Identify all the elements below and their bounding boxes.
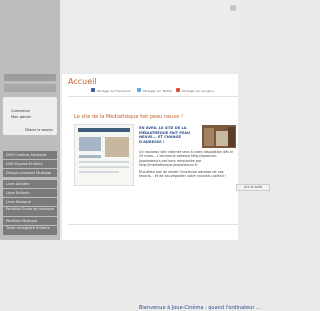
post-thumbnail[interactable]	[74, 124, 134, 186]
page-title: Accueil	[68, 77, 97, 86]
sidebar-item-livre-enfants[interactable]: Livre Enfants	[3, 189, 57, 197]
post-photo	[202, 125, 236, 148]
sidebar: Connexion Mon panier Effacer la session …	[0, 0, 60, 240]
post-headline: EN AVRIL LE SITE DE LA MÉDIATHÈQUE FAIT …	[139, 126, 190, 144]
sidebar-item-partition-musique[interactable]: Partition Musique	[3, 217, 57, 225]
sidebar-item-dvd-enfants[interactable]: DVD Espace Enfants	[3, 160, 57, 168]
sidebar-item-livre-musique[interactable]: Livre Musique	[3, 198, 57, 206]
twitter-icon[interactable]	[137, 88, 141, 92]
sidebar-search-box[interactable]	[4, 84, 56, 92]
post-paragraph: N'oubliez pas de retirer l'ancienne adre…	[139, 169, 226, 179]
post-paragraph: Un nouveau site internet sera à votre di…	[139, 150, 234, 168]
read-more-button[interactable]: Lire la suite	[236, 184, 270, 191]
login-link[interactable]: Connexion	[11, 109, 30, 113]
main-content: Accueil Partager sur Facebook Partager s…	[62, 74, 270, 311]
share-twitter-link[interactable]: Partager sur Twitter	[143, 89, 172, 93]
post-body: Un nouveau site internet sera à votre di…	[139, 150, 235, 180]
login-box: Connexion Mon panier Effacer la session	[3, 97, 57, 135]
sidebar-item-livre-adultes[interactable]: Livre Adultes	[3, 180, 57, 188]
divider	[68, 224, 238, 225]
header-banner	[62, 0, 240, 72]
sidebar-item-texte-enfants[interactable]: Texte enregistré Enfants	[3, 226, 57, 235]
post-title-2[interactable]: Bienvenue à Joue-Cinéma : quand l'ordina…	[139, 305, 261, 311]
share-facebook-link[interactable]: Partager sur Facebook	[97, 89, 130, 93]
sidebar-item-cd-musique[interactable]: Disque compact Musique	[3, 169, 57, 177]
sidebar-item-partition-ecole[interactable]: Partition École de musique	[3, 207, 57, 216]
thumbnail-header-bar	[78, 128, 130, 132]
share-google-link[interactable]: Partager sur Google+	[182, 89, 214, 93]
menu-icon[interactable]	[230, 5, 236, 11]
facebook-icon[interactable]	[91, 88, 95, 92]
cart-link[interactable]: Mon panier	[11, 115, 31, 119]
sidebar-item-dvd-cinema[interactable]: DVD Cinéma, Musique	[3, 151, 57, 159]
post-title[interactable]: Le site de la Médiathèque fait peau neuv…	[74, 114, 183, 120]
divider	[68, 96, 238, 97]
google-plus-icon[interactable]	[176, 88, 180, 92]
erase-session-link[interactable]: Effacer la session	[25, 128, 53, 132]
sidebar-header	[4, 74, 56, 81]
